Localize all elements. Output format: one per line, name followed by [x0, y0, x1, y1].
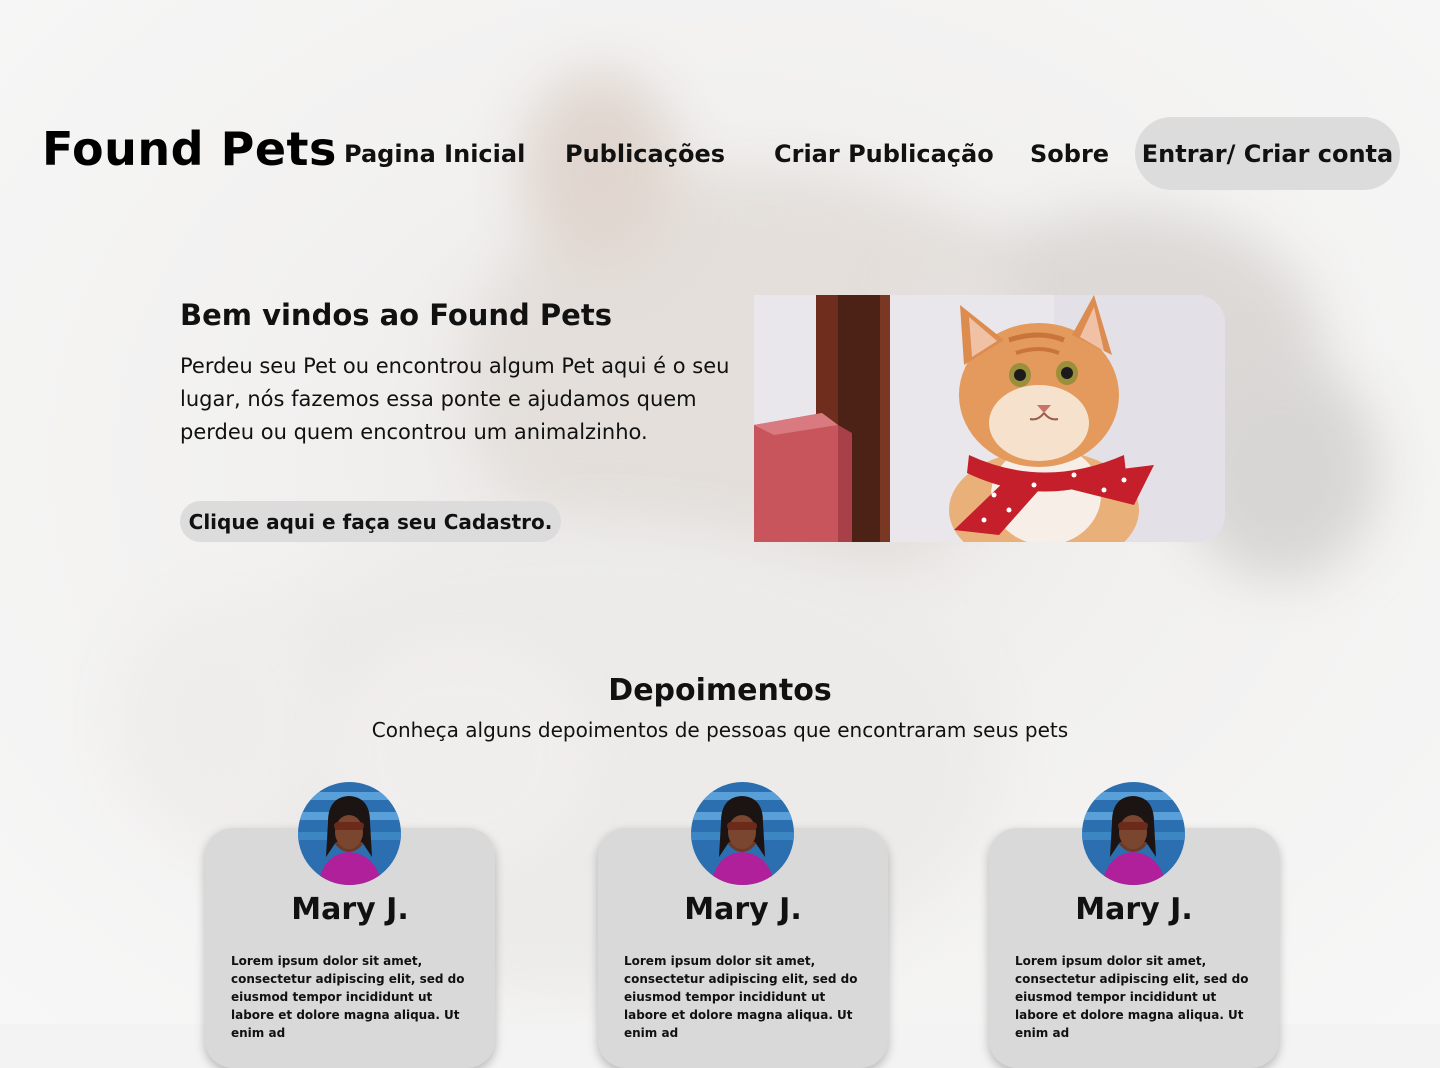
hero-title: Bem vindos ao Found Pets: [180, 298, 612, 332]
testimonial-name: Mary J.: [291, 892, 409, 927]
nav-publicacoes[interactable]: Publicações: [565, 140, 725, 168]
nav-criar-publicacao[interactable]: Criar Publicação: [774, 140, 994, 168]
nav-pagina-inicial[interactable]: Pagina Inicial: [344, 140, 525, 168]
testimonial-text: Lorem ipsum dolor sit amet, consectetur …: [624, 954, 858, 1040]
cat-photo: [754, 295, 1225, 542]
testimonial-name: Mary J.: [684, 892, 802, 927]
testimonial-name: Mary J.: [1075, 892, 1193, 927]
signup-cta-button[interactable]: Clique aqui e faça seu Cadastro.: [180, 501, 561, 542]
testimonial-text: Lorem ipsum dolor sit amet, consectetur …: [231, 954, 465, 1040]
avatar: [298, 782, 401, 885]
hero-description: Perdeu seu Pet ou encontrou algum Pet aq…: [180, 354, 730, 444]
testimonials-subtitle: Conheça alguns depoimentos de pessoas qu…: [371, 718, 1069, 742]
avatar: [1082, 782, 1185, 885]
avatar: [691, 782, 794, 885]
brand-logo[interactable]: Found Pets: [42, 122, 337, 176]
testimonials-title: Depoimentos: [608, 673, 832, 708]
testimonial-text: Lorem ipsum dolor sit amet, consectetur …: [1015, 954, 1249, 1040]
nav-sobre[interactable]: Sobre: [1030, 140, 1109, 168]
login-signup-button[interactable]: Entrar/ Criar conta: [1135, 117, 1400, 190]
